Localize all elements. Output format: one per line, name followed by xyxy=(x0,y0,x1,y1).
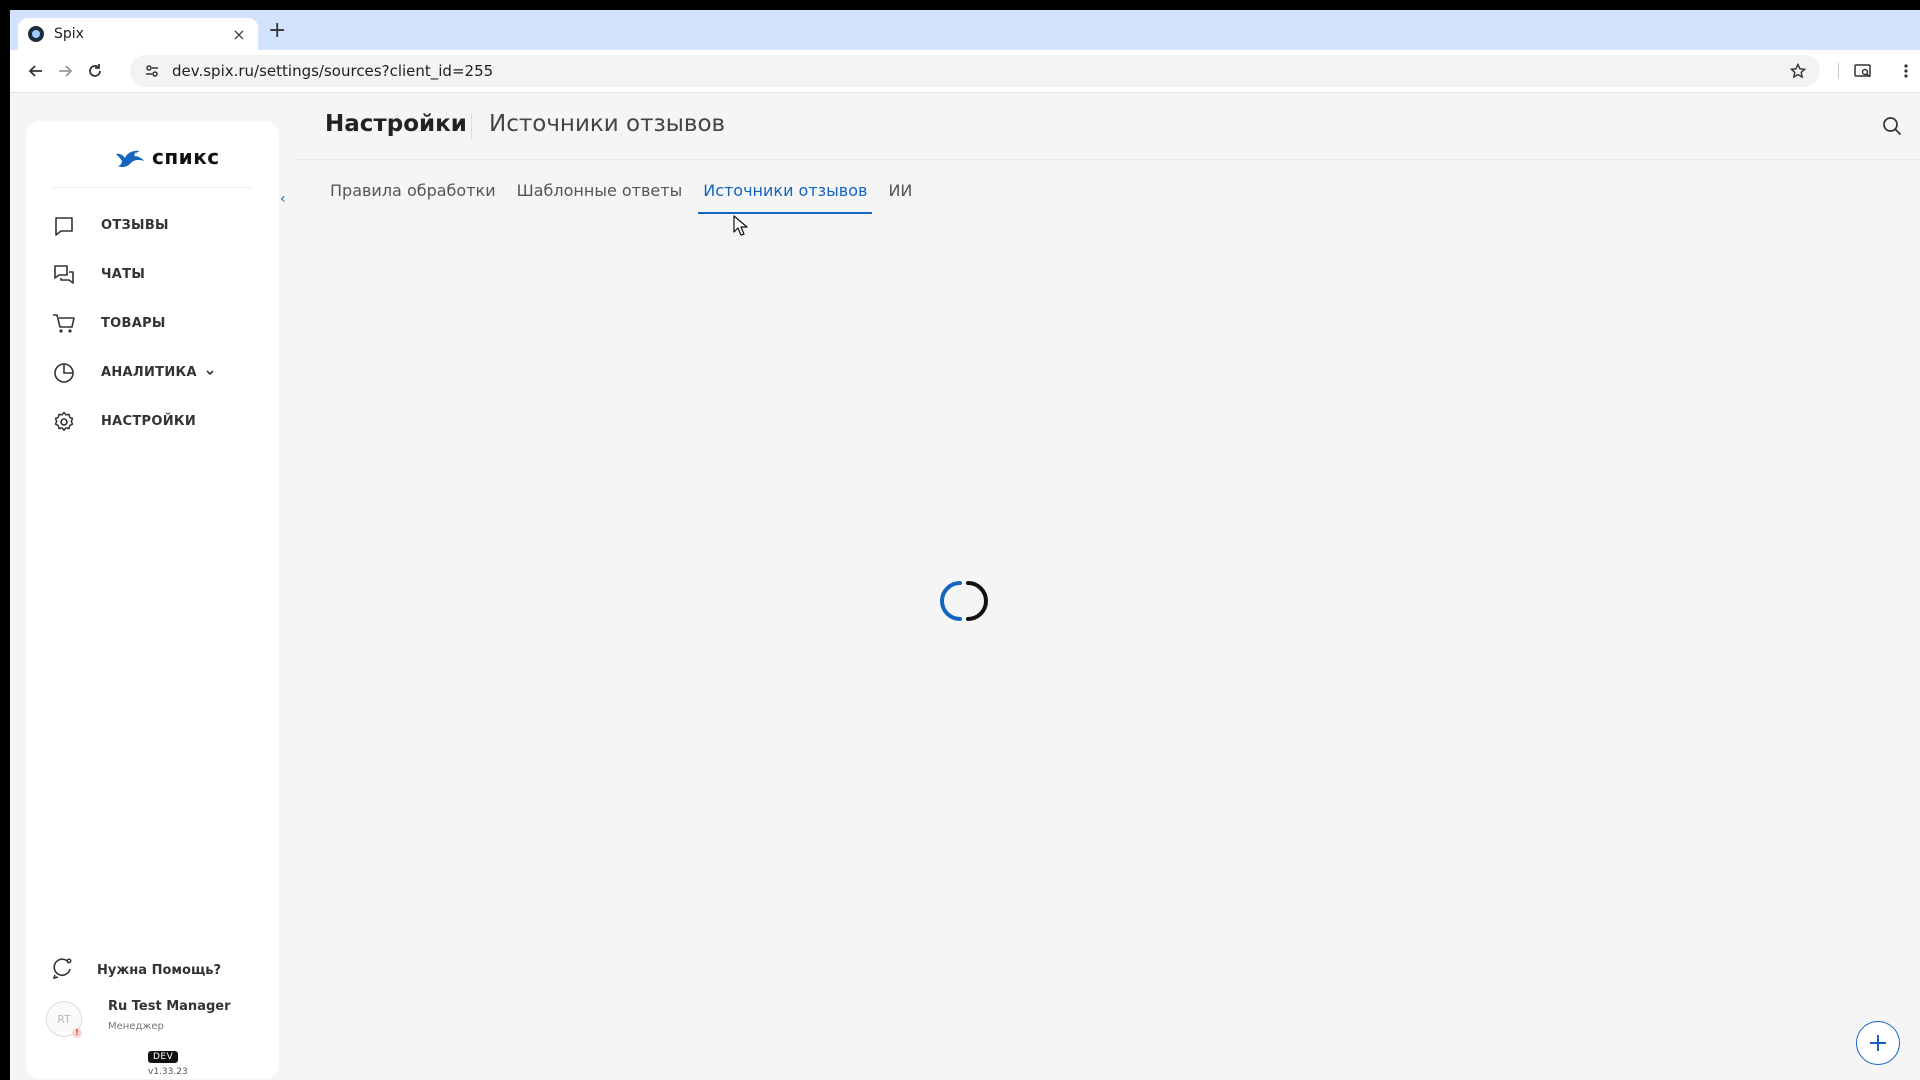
logo[interactable]: спикс xyxy=(114,145,220,169)
title-divider xyxy=(471,113,472,139)
sidebar-item-chats[interactable]: ЧАТЫ xyxy=(26,250,279,299)
page-header: Настройки Источники отзывов xyxy=(294,93,1920,160)
browser-menu-button[interactable] xyxy=(1893,58,1919,84)
sidebar: спикс ‹ ОТЗЫВЫ ЧАТЫ ТОВАРЫ АНАЛИТИКА НАС… xyxy=(26,121,286,1079)
logo-divider xyxy=(52,187,252,188)
sidebar-item-analytics[interactable]: АНАЛИТИКА xyxy=(26,348,279,397)
logo-text: спикс xyxy=(152,145,220,169)
avatar-alert-badge: ! xyxy=(72,1028,82,1038)
chevron-down-icon[interactable] xyxy=(205,368,215,378)
tab-title: Spix xyxy=(54,26,84,42)
tab-strip: Spix × + xyxy=(10,10,1920,50)
browser-tab[interactable]: Spix × xyxy=(18,18,258,50)
forward-button[interactable] xyxy=(52,58,78,84)
sidebar-nav: ОТЗЫВЫ ЧАТЫ ТОВАРЫ АНАЛИТИКА НАСТРОЙКИ xyxy=(26,201,279,446)
collapse-sidebar-button[interactable]: ‹ xyxy=(280,191,286,207)
site-info-icon[interactable] xyxy=(144,63,160,79)
reload-icon xyxy=(89,64,101,77)
back-button[interactable] xyxy=(23,58,49,84)
gear-icon xyxy=(51,409,77,435)
browser-window: Spix × + dev.spix.ru/settings/sources?cl… xyxy=(10,10,1920,1080)
sidebar-item-reviews[interactable]: ОТЗЫВЫ xyxy=(26,201,279,250)
sidebar-item-products[interactable]: ТОВАРЫ xyxy=(26,299,279,348)
favicon-icon xyxy=(28,26,44,42)
pie-chart-icon xyxy=(51,360,77,386)
sidebar-item-label: АНАЛИТИКА xyxy=(101,365,197,380)
chats-icon xyxy=(51,262,77,288)
sidebar-item-label: ОТЗЫВЫ xyxy=(101,218,169,233)
arrow-right-icon xyxy=(59,65,73,77)
settings-tabs: Правила обработки Шаблонные ответы Источ… xyxy=(325,171,928,215)
plus-icon xyxy=(1870,1035,1886,1051)
browser-toolbar: dev.spix.ru/settings/sources?client_id=2… xyxy=(10,50,1920,93)
page-title: Настройки xyxy=(325,111,467,137)
chat-square-icon xyxy=(51,213,77,239)
tab-processing-rules[interactable]: Правила обработки xyxy=(325,171,501,211)
main-content: Настройки Источники отзывов Правила обра… xyxy=(294,93,1920,1080)
url-text[interactable]: dev.spix.ru/settings/sources?client_id=2… xyxy=(172,62,1790,80)
version-label: v1.33.23 xyxy=(148,1067,188,1077)
user-role: Менеджер xyxy=(108,1021,164,1032)
search-icon xyxy=(1883,117,1902,136)
toolbar-divider xyxy=(1838,63,1839,79)
bookmark-star-icon[interactable] xyxy=(1790,63,1806,79)
page-subtitle: Источники отзывов xyxy=(489,111,726,137)
help-chat-icon xyxy=(51,957,73,983)
user-name: Ru Test Manager xyxy=(108,999,231,1014)
mouse-cursor-icon xyxy=(733,215,748,236)
help-link[interactable]: Нужна Помощь? xyxy=(51,957,221,983)
user-profile[interactable]: RT ! Ru Test Manager Менеджер xyxy=(46,999,266,1047)
new-tab-button[interactable]: + xyxy=(268,20,286,42)
tab-close-button[interactable]: × xyxy=(230,25,248,44)
app: спикс ‹ ОТЗЫВЫ ЧАТЫ ТОВАРЫ АНАЛИТИКА НАС… xyxy=(10,93,1920,1080)
reload-button[interactable] xyxy=(82,58,108,84)
sidebar-item-label: НАСТРОЙКИ xyxy=(101,414,197,429)
search-button[interactable] xyxy=(1880,114,1904,138)
help-label: Нужна Помощь? xyxy=(97,962,222,978)
env-badge: DEV xyxy=(148,1051,179,1063)
address-bar[interactable]: dev.spix.ru/settings/sources?client_id=2… xyxy=(130,55,1820,87)
loading-spinner-icon xyxy=(940,581,988,621)
sidebar-item-label: ТОВАРЫ xyxy=(101,316,166,331)
media-button[interactable] xyxy=(1850,58,1876,84)
more-vert-icon xyxy=(1904,64,1908,78)
cast-search-icon xyxy=(1854,64,1871,78)
sidebar-item-settings[interactable]: НАСТРОЙКИ xyxy=(26,397,279,446)
bird-logo-icon xyxy=(116,150,144,168)
tab-ai[interactable]: ИИ xyxy=(883,171,917,211)
cart-icon xyxy=(51,311,77,337)
arrow-left-icon xyxy=(28,65,42,77)
add-source-button[interactable] xyxy=(1856,1021,1900,1065)
sidebar-item-label: ЧАТЫ xyxy=(101,267,146,282)
tab-review-sources[interactable]: Источники отзывов xyxy=(698,171,873,214)
tab-template-answers[interactable]: Шаблонные ответы xyxy=(512,171,688,211)
